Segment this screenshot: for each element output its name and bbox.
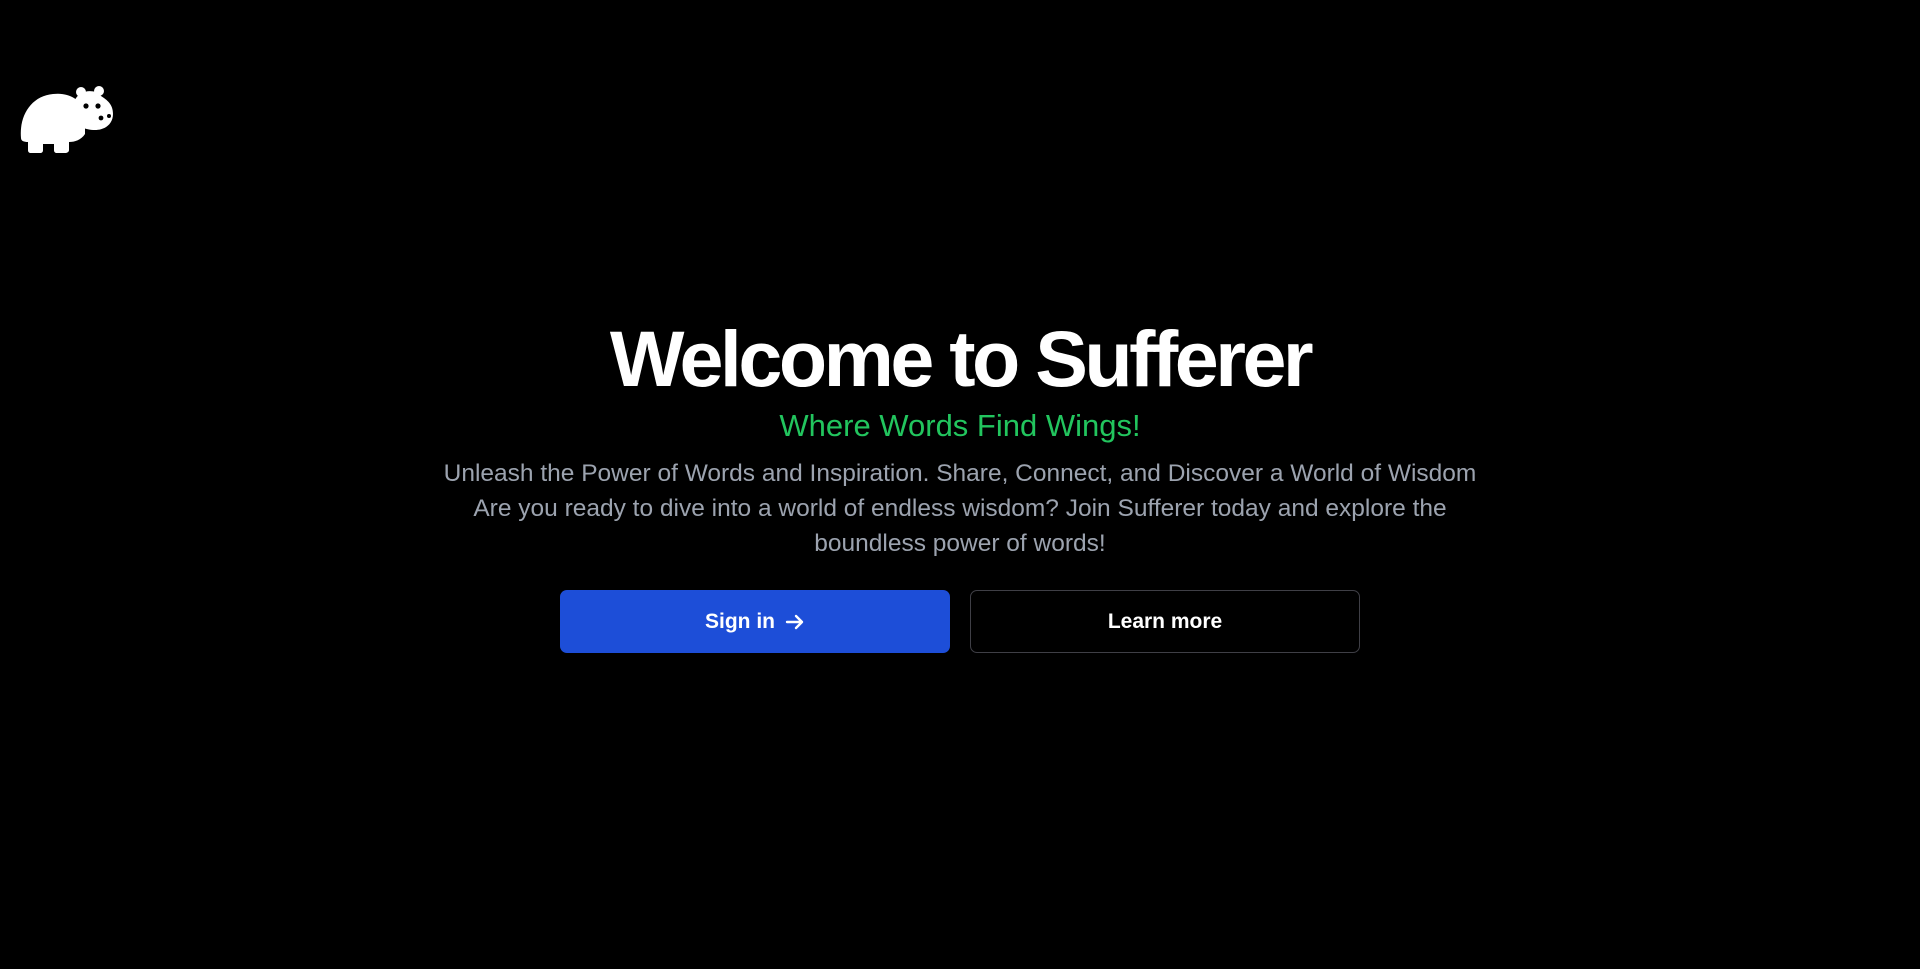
sign-in-button[interactable]: Sign in [560,590,950,653]
hippo-logo-icon[interactable] [19,86,115,154]
tagline: Where Words Find Wings! [779,408,1141,443]
hero-section: Welcome to Sufferer Where Words Find Win… [0,312,1920,561]
cta-buttons: Sign in Learn more [560,590,1360,653]
arrow-right-icon [785,614,805,630]
learn-more-button[interactable]: Learn more [970,590,1360,653]
page-title: Welcome to Sufferer [609,314,1314,403]
sign-in-label: Sign in [705,609,775,633]
landing-page: Welcome to Sufferer Where Words Find Win… [0,0,1920,969]
learn-more-label: Learn more [1107,609,1223,633]
hero-description: Unleash the Power of Words and Inspirati… [443,460,1477,557]
